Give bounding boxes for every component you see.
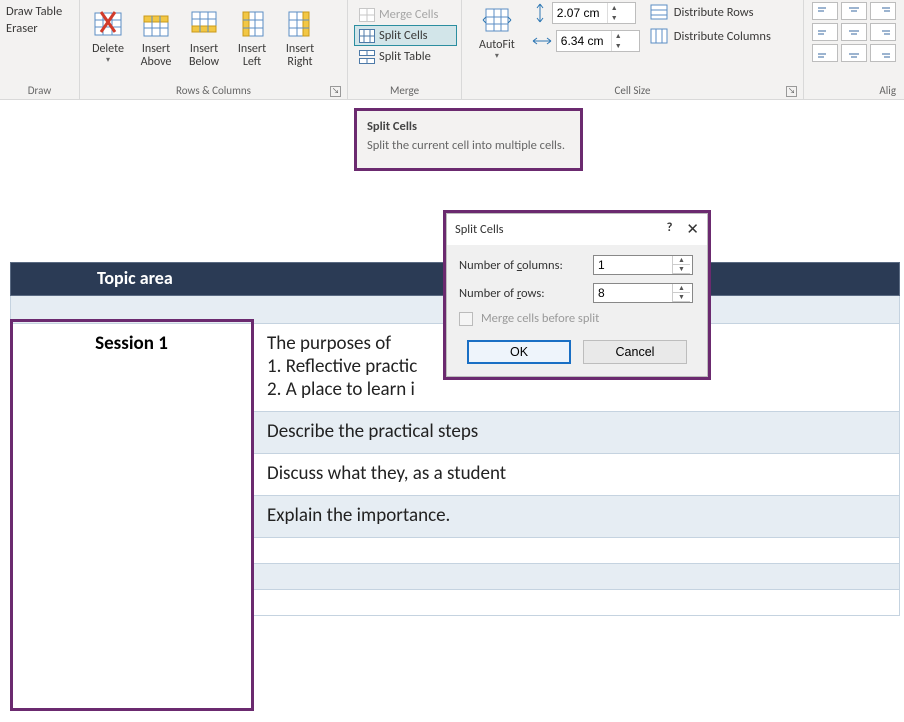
insert-below-button[interactable]: InsertBelow xyxy=(180,4,228,70)
ribbon-group-alignment: Alig xyxy=(804,0,904,99)
session-cell[interactable]: Session 1 xyxy=(11,324,253,616)
cols-row: Number of columns: ▲▼ xyxy=(459,255,695,275)
chevron-down-icon: ▾ xyxy=(106,56,110,65)
dialog-launcher-icon[interactable]: ↘ xyxy=(786,86,797,97)
insert-below-icon xyxy=(187,7,221,41)
row-height-input[interactable]: ▲▼ xyxy=(552,2,636,24)
distribute-columns-button[interactable]: Distribute Columns xyxy=(650,26,771,44)
align-top-center-button[interactable] xyxy=(841,2,867,20)
ribbon-group-rows-cols: Delete ▾ InsertAbove InsertBelow Insert xyxy=(80,0,348,99)
ribbon-group-label-draw: Draw xyxy=(4,82,75,99)
row-height-value[interactable] xyxy=(553,6,607,20)
dialog-titlebar[interactable]: Split Cells ? ✕ xyxy=(447,214,707,245)
eraser-button[interactable]: Eraser xyxy=(6,21,38,36)
col-width-input[interactable]: ▲▼ xyxy=(556,30,640,52)
tooltip-body: Split the current cell into multiple cel… xyxy=(367,138,570,154)
spin-arrows[interactable]: ▲▼ xyxy=(607,3,621,23)
draw-table-button[interactable]: Draw Table xyxy=(6,4,62,19)
insert-left-label: InsertLeft xyxy=(238,43,266,69)
spin-arrows[interactable]: ▲▼ xyxy=(611,31,625,51)
delete-button[interactable]: Delete ▾ xyxy=(84,4,132,66)
align-bot-right-button[interactable] xyxy=(870,44,896,62)
table-cell[interactable] xyxy=(253,564,900,590)
merge-cells-icon xyxy=(359,8,375,22)
tooltip-split-cells: Split Cells Split the current cell into … xyxy=(354,108,583,171)
table-cell[interactable]: Describe the practical steps xyxy=(253,412,900,454)
spin-arrows[interactable]: ▲▼ xyxy=(672,284,690,302)
insert-below-label: InsertBelow xyxy=(189,43,219,69)
split-cells-dialog: Split Cells ? ✕ Number of columns: ▲▼ Nu… xyxy=(443,210,711,380)
ribbon-group-label-merge: Merge xyxy=(352,82,457,99)
rows-label: Number of rows: xyxy=(459,286,587,301)
ribbon-group-draw: Draw Table Eraser Draw xyxy=(0,0,80,99)
col-width-value[interactable] xyxy=(557,34,611,48)
rows-input[interactable]: ▲▼ xyxy=(593,283,693,303)
spin-arrows[interactable]: ▲▼ xyxy=(672,256,690,274)
table-cell[interactable] xyxy=(253,590,900,616)
autofit-button[interactable]: AutoFit ▾ xyxy=(472,2,522,62)
help-icon[interactable]: ? xyxy=(667,220,673,239)
align-bot-center-button[interactable] xyxy=(841,44,867,62)
cancel-button[interactable]: Cancel xyxy=(583,340,687,364)
table-cell[interactable] xyxy=(253,538,900,564)
dialog-launcher-icon[interactable]: ↘ xyxy=(330,86,341,97)
cols-input[interactable]: ▲▼ xyxy=(593,255,693,275)
align-top-right-button[interactable] xyxy=(870,2,896,20)
split-table-label: Split Table xyxy=(379,49,431,64)
split-cells-label: Split Cells xyxy=(379,28,428,43)
split-cells-icon xyxy=(359,29,375,43)
insert-above-label: InsertAbove xyxy=(141,43,172,69)
tooltip-title: Split Cells xyxy=(367,119,570,134)
autofit-icon xyxy=(480,3,514,37)
align-bot-left-button[interactable] xyxy=(812,44,838,62)
insert-right-button[interactable]: InsertRight xyxy=(276,4,324,70)
rows-value[interactable] xyxy=(594,284,672,302)
insert-left-icon xyxy=(235,7,269,41)
col-width-icon xyxy=(532,34,552,48)
distribute-cols-label: Distribute Columns xyxy=(674,29,771,44)
insert-above-icon xyxy=(139,7,173,41)
delete-icon xyxy=(91,7,125,41)
split-cells-button[interactable]: Split Cells xyxy=(354,25,457,46)
distribute-rows-label: Distribute Rows xyxy=(674,5,754,20)
align-mid-center-button[interactable] xyxy=(841,23,867,41)
dialog-title: Split Cells xyxy=(455,222,504,237)
ribbon-group-cell-size: AutoFit ▾ ▲▼ xyxy=(462,0,804,99)
ribbon: Draw Table Eraser Draw Delete ▾ InsertAb… xyxy=(0,0,904,100)
chevron-down-icon: ▾ xyxy=(495,52,499,61)
eraser-label: Eraser xyxy=(6,21,38,36)
split-table-icon xyxy=(359,50,375,64)
align-top-left-button[interactable] xyxy=(812,2,838,20)
insert-right-icon xyxy=(283,7,317,41)
merge-cells-button: Merge Cells xyxy=(354,4,457,25)
insert-left-button[interactable]: InsertLeft xyxy=(228,4,276,70)
row-height-icon xyxy=(532,3,548,23)
close-icon[interactable]: ✕ xyxy=(686,220,699,239)
merge-before-label: Merge cells before split xyxy=(481,311,599,326)
merge-before-checkbox xyxy=(459,312,473,326)
align-mid-right-button[interactable] xyxy=(870,23,896,41)
split-table-button[interactable]: Split Table xyxy=(354,46,457,67)
rows-row: Number of rows: ▲▼ xyxy=(459,283,695,303)
ribbon-group-label-cell-size: Cell Size ↘ xyxy=(466,82,799,99)
distribute-rows-icon xyxy=(650,4,668,20)
table-cell[interactable]: Explain the importance. xyxy=(253,496,900,538)
draw-table-label: Draw Table xyxy=(6,4,62,19)
ok-button[interactable]: OK xyxy=(467,340,571,364)
align-mid-left-button[interactable] xyxy=(812,23,838,41)
insert-above-button[interactable]: InsertAbove xyxy=(132,4,180,70)
insert-right-label: InsertRight xyxy=(286,43,314,69)
merge-before-row: Merge cells before split xyxy=(459,311,695,326)
ribbon-group-merge: Merge Cells Split Cells Split Table Merg… xyxy=(348,0,462,99)
distribute-rows-button[interactable]: Distribute Rows xyxy=(650,2,771,20)
ribbon-group-label-alignment: Alig xyxy=(808,82,900,99)
cols-label: Number of columns: xyxy=(459,258,587,273)
ribbon-group-label-rows-cols: Rows & Columns ↘ xyxy=(84,82,343,99)
distribute-cols-icon xyxy=(650,28,668,44)
merge-cells-label: Merge Cells xyxy=(379,7,438,22)
cols-value[interactable] xyxy=(594,256,672,274)
table-cell[interactable]: Discuss what they, as a student xyxy=(253,454,900,496)
